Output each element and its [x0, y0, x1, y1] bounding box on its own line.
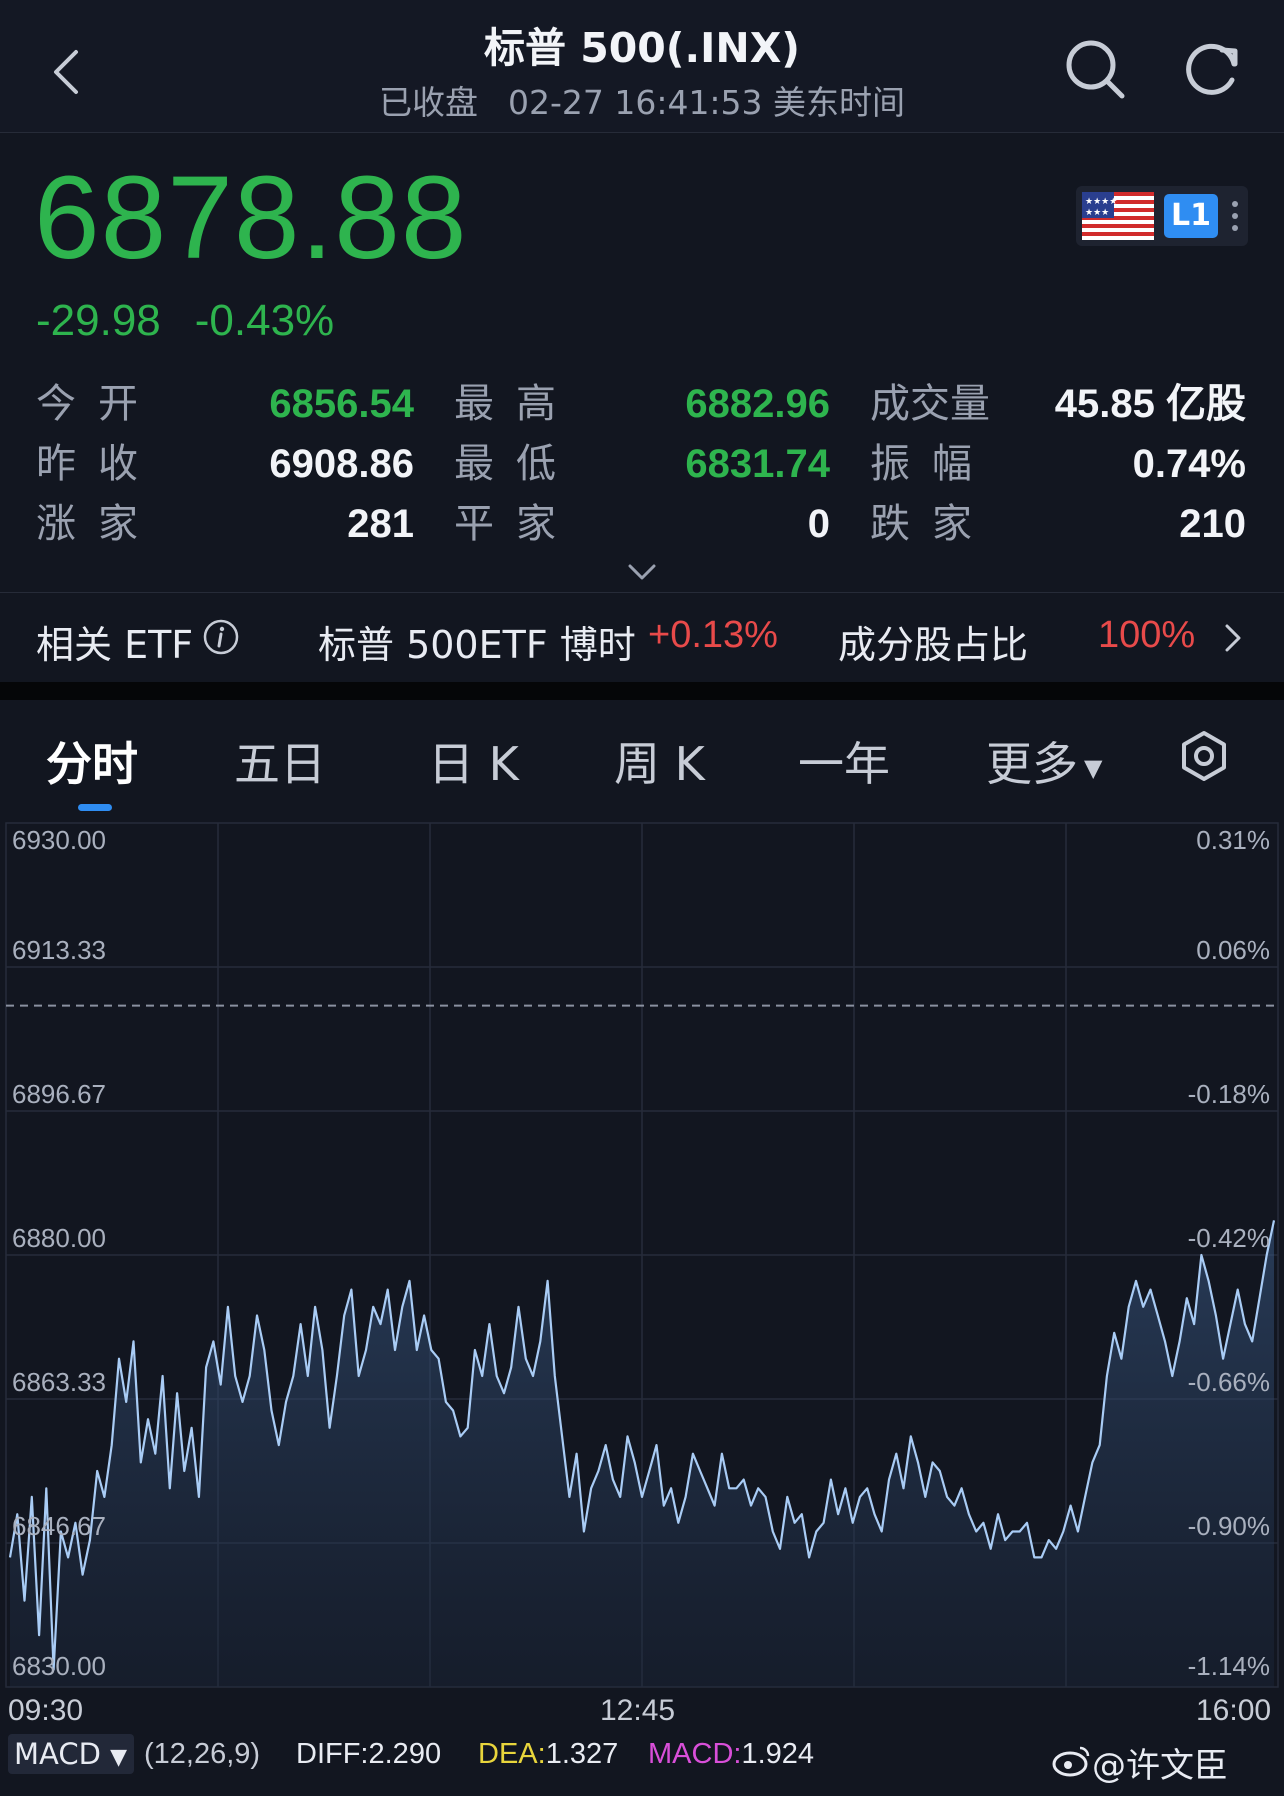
- prev-close-label: 昨收: [36, 441, 160, 487]
- y-tick-left: 6913.33: [12, 935, 106, 965]
- component-percent: 100%: [1098, 614, 1196, 656]
- high-value: 6882.96: [685, 382, 830, 426]
- tab-more-label: 更多: [986, 737, 1078, 791]
- refresh-icon[interactable]: [1178, 34, 1248, 104]
- etf-label: 相关 ETF: [36, 623, 194, 667]
- macd-value: MACD:1.924: [648, 1738, 815, 1770]
- component-label: 成分股占比: [838, 623, 1029, 667]
- status-text: 已收盘: [378, 83, 478, 122]
- x-tick-midday: 12:45: [600, 1694, 676, 1727]
- y-tick-left: 6830.00: [12, 1651, 106, 1681]
- macd-params: (12,26,9): [144, 1738, 261, 1770]
- more-dots-icon[interactable]: [1228, 194, 1242, 238]
- y-tick-right: -0.66%: [1188, 1367, 1270, 1397]
- y-tick-left: 6930.00: [12, 825, 106, 855]
- tab-daily-k[interactable]: 日 K: [428, 728, 519, 794]
- advancers-label: 涨家: [36, 501, 160, 547]
- y-tick-left: 6896.67: [12, 1079, 106, 1109]
- unchanged-label: 平家: [454, 501, 578, 547]
- volume-label: 成交量: [870, 381, 990, 427]
- amplitude-value: 0.74%: [1132, 442, 1246, 486]
- y-tick-right: 0.31%: [1196, 825, 1270, 855]
- section-divider: [0, 682, 1284, 700]
- tab-intraday[interactable]: 分时: [46, 728, 138, 794]
- tab-five-day[interactable]: 五日: [234, 728, 326, 794]
- diff-value: DIFF:2.290: [296, 1738, 442, 1770]
- y-tick-right: -1.14%: [1188, 1651, 1270, 1681]
- weibo-logo-icon: [1052, 1746, 1090, 1777]
- open-label: 今开: [36, 381, 160, 427]
- active-tab-indicator: [78, 804, 112, 811]
- diff-label: DIFF:: [296, 1738, 369, 1770]
- low-value: 6831.74: [685, 442, 830, 486]
- macd-label: MACD:: [648, 1738, 742, 1770]
- y-tick-right: -0.18%: [1188, 1079, 1270, 1109]
- advancers-value: 281: [347, 502, 414, 546]
- unchanged-value: 0: [807, 502, 830, 546]
- y-tick-right: 0.06%: [1196, 935, 1270, 965]
- chevron-right-icon[interactable]: [1222, 622, 1244, 654]
- related-etf-row[interactable]: 相关 ETF 标普 500ETF 博时 +0.13% 成分股占比 100%: [0, 592, 1284, 682]
- volume-value: 45.85 亿股: [1054, 382, 1246, 426]
- amplitude-label: 振幅: [870, 441, 994, 487]
- watermark: @许文臣: [1092, 1746, 1228, 1786]
- decliners-label: 跌家: [870, 501, 994, 547]
- etf-name: 标普 500ETF 博时: [318, 623, 636, 667]
- indicator-name: MACD: [14, 1737, 101, 1771]
- market-badge[interactable]: ★★★★ ★★★ L1: [1076, 186, 1248, 246]
- y-tick-left: 6863.33: [12, 1367, 106, 1397]
- level-badge: L1: [1164, 194, 1218, 238]
- y-tick-left: 6846.67: [12, 1511, 106, 1541]
- header-divider: [0, 132, 1284, 133]
- low-label: 最低: [454, 441, 578, 487]
- change-value: -29.98: [36, 296, 161, 345]
- decliners-value: 210: [1179, 502, 1246, 546]
- info-icon[interactable]: [202, 618, 240, 656]
- svg-text:★★★: ★★★: [1085, 208, 1109, 218]
- dropdown-triangle-icon: ▼: [1084, 753, 1103, 782]
- timestamp: 02-27 16:41:53 美东时间: [507, 83, 906, 122]
- price-change: -29.98 -0.43%: [36, 296, 334, 346]
- tab-one-year[interactable]: 一年: [798, 728, 890, 794]
- change-percent: -0.43%: [194, 296, 335, 345]
- y-tick-right: -0.42%: [1188, 1223, 1270, 1253]
- high-label: 最高: [454, 381, 578, 427]
- y-tick-right: -0.90%: [1188, 1511, 1270, 1541]
- indicator-selector[interactable]: MACD ▼: [8, 1734, 134, 1774]
- dea-label: DEA:: [478, 1738, 546, 1770]
- etf-change: +0.13%: [648, 614, 778, 656]
- svg-text:★★★★: ★★★★: [1085, 197, 1117, 207]
- settings-icon[interactable]: [1178, 730, 1230, 782]
- dea-value: DEA:1.327: [478, 1738, 619, 1770]
- tab-weekly-k[interactable]: 周 K: [614, 728, 705, 794]
- x-tick-close: 16:00: [1196, 1694, 1272, 1727]
- us-flag-icon: ★★★★ ★★★: [1082, 192, 1154, 240]
- y-tick-left: 6880.00: [12, 1223, 106, 1253]
- app-header: 标普 500(.INX) 已收盘 02-27 16:41:53 美东时间: [0, 0, 1284, 132]
- open-value: 6856.54: [269, 382, 414, 426]
- x-tick-open: 09:30: [8, 1694, 84, 1727]
- prev-close-value: 6908.86: [269, 442, 414, 486]
- current-price: 6878.88: [34, 152, 468, 284]
- intraday-chart[interactable]: 6930.00 0.31% 6913.33 0.06% 6896.67 -0.18% 688…: [0, 815, 1284, 1690]
- tab-more[interactable]: 更多 ▼: [986, 728, 1102, 794]
- expand-chevron-icon[interactable]: [624, 560, 660, 584]
- chevron-down-icon: ▼: [110, 1745, 128, 1770]
- search-icon[interactable]: [1060, 34, 1130, 104]
